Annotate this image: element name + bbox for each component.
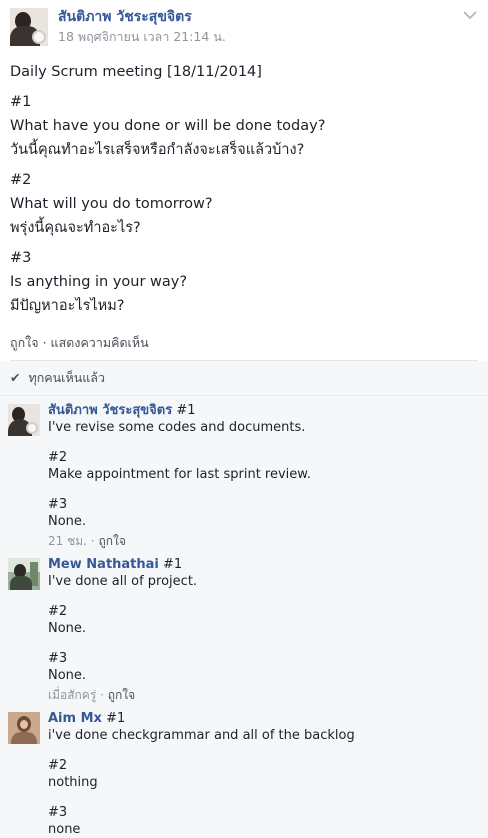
- comment: Mew Nathathai #1 I've done all of projec…: [8, 550, 478, 704]
- post-line: มีปัญหาอะไรไหม?: [10, 298, 125, 314]
- comment-body: Mew Nathathai #1 I've done all of projec…: [48, 556, 478, 704]
- comment-avatar[interactable]: [8, 404, 40, 436]
- comment-avatar[interactable]: [8, 558, 40, 590]
- post-timestamp[interactable]: 18 พฤศจิกายน เวลา 21:14 น.: [58, 28, 226, 46]
- post-line: วันนี้คุณทำอะไรเสร็จหรือกำลังจะเสร็จแล้ว…: [10, 142, 305, 158]
- post-line: #3: [10, 250, 32, 266]
- comment-like-link[interactable]: ถูกใจ: [108, 688, 135, 702]
- comment-author[interactable]: Mew Nathathai: [48, 557, 159, 572]
- post-meta: สันติภาพ วัชระสุขจิตร 18 พฤศจิกายน เวลา …: [58, 8, 226, 46]
- comment-footer: เมื่อสักครู่ · ถูกใจ: [48, 686, 478, 704]
- comment-time[interactable]: เมื่อสักครู่: [48, 688, 96, 702]
- comment-line: #2: [48, 450, 68, 465]
- like-link[interactable]: ถูกใจ: [10, 335, 39, 350]
- comment-line: #2: [48, 758, 68, 773]
- comment-avatar[interactable]: [8, 712, 40, 744]
- post-line: What will you do tomorrow?: [10, 196, 213, 212]
- post-line: What have you done or will be done today…: [10, 118, 326, 134]
- comment: สันติภาพ วัชระสุขจิตร #1 I've revise som…: [8, 396, 478, 550]
- post-line: พรุ่งนี้คุณจะทำอะไร?: [10, 220, 141, 236]
- seen-label: ทุกคนเห็นแล้ว: [28, 370, 105, 385]
- comment-author[interactable]: Aim Mx: [48, 711, 102, 726]
- post-line: #1: [10, 94, 32, 110]
- actions-separator: ·: [42, 335, 47, 350]
- comment-footer: 21 ชม. · ถูกใจ: [48, 532, 478, 550]
- comment-line: #3: [48, 497, 68, 512]
- comment-line: #1: [106, 711, 126, 726]
- comments-list: สันติภาพ วัชระสุขจิตร #1 I've revise som…: [0, 396, 488, 838]
- comment-line: None.: [48, 514, 87, 529]
- comment-like-link[interactable]: ถูกใจ: [98, 534, 125, 548]
- comment-author[interactable]: สันติภาพ วัชระสุขจิตร: [48, 403, 172, 418]
- post: สันติภาพ วัชระสุขจิตร 18 พฤศจิกายน เวลา …: [0, 0, 488, 361]
- post-author-name[interactable]: สันติภาพ วัชระสุขจิตร: [58, 8, 226, 26]
- comment-body: Aim Mx #1 i've done checkgrammar and all…: [48, 710, 478, 838]
- comment-line: none: [48, 822, 81, 837]
- comment-line: None.: [48, 668, 87, 683]
- comment-line: I've done all of project.: [48, 574, 198, 589]
- comment-body: สันติภาพ วัชระสุขจิตร #1 I've revise som…: [48, 402, 478, 550]
- post-body: Daily Scrum meeting [18/11/2014] #1 What…: [10, 60, 478, 318]
- comment-line: i've done checkgrammar and all of the ba…: [48, 728, 355, 743]
- post-line: Is anything in your way?: [10, 274, 188, 290]
- comment-line: None.: [48, 621, 87, 636]
- footer-separator: ·: [100, 688, 104, 702]
- post-header: สันติภาพ วัชระสุขจิตร 18 พฤศจิกายน เวลา …: [10, 8, 478, 52]
- chevron-down-icon[interactable]: [462, 10, 478, 22]
- post-line: #2: [10, 172, 32, 188]
- comment-line: Make appointment for last sprint review.: [48, 467, 311, 482]
- comment-line: #2: [48, 604, 68, 619]
- seen-by-all: ✔ ทุกคนเห็นแล้ว: [0, 361, 488, 396]
- comment-line: #1: [176, 403, 196, 418]
- footer-separator: ·: [90, 534, 95, 548]
- comment-line: I've revise some codes and documents.: [48, 420, 306, 435]
- divider: [10, 360, 478, 361]
- comment: Aim Mx #1 i've done checkgrammar and all…: [8, 704, 478, 838]
- check-icon: ✔: [10, 370, 21, 385]
- comment-line: #3: [48, 805, 68, 820]
- comment-line: #3: [48, 651, 68, 666]
- post-line: Daily Scrum meeting [18/11/2014]: [10, 64, 262, 80]
- comment-link[interactable]: แสดงความคิดเห็น: [51, 335, 149, 350]
- comment-time[interactable]: 21 ชม.: [48, 534, 87, 548]
- comment-line: #1: [163, 557, 183, 572]
- post-author-avatar[interactable]: [10, 8, 48, 46]
- post-actions: ถูกใจ · แสดงความคิดเห็น: [10, 332, 478, 354]
- comment-line: nothing: [48, 775, 98, 790]
